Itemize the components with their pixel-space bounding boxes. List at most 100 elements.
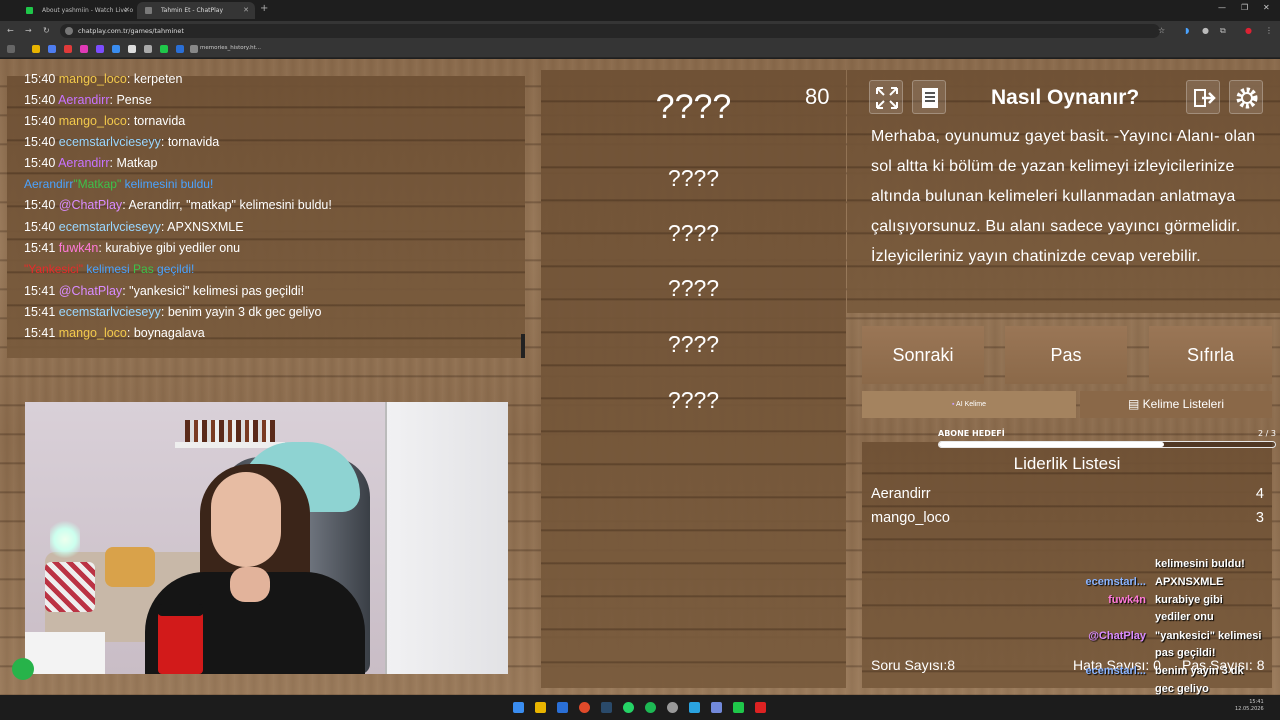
browser-tab-active[interactable]: Tahmin Et - ChatPlay ✕ <box>137 2 255 19</box>
game-description: Merhaba, oyunumuz gayet basit. -Yayıncı … <box>871 128 1256 265</box>
goal-count: 2 / 3 <box>1258 429 1276 438</box>
taskbar: 15:41 12.05.2026 <box>0 695 1280 720</box>
chat-text: : Pense <box>109 93 152 107</box>
bookmark-icon[interactable] <box>190 45 198 53</box>
chat-scrollbar[interactable] <box>521 334 525 358</box>
goal-fill <box>939 442 1165 447</box>
bookmark-icon[interactable] <box>176 45 184 53</box>
tab-title: About yashmiin - Watch Live o <box>42 7 134 14</box>
bookmark-icon[interactable] <box>160 45 168 53</box>
chrome-icon[interactable] <box>579 702 590 713</box>
back-icon[interactable]: ← <box>7 26 14 35</box>
chat-text: : "yankesici" kelimesi pas geçildi! <box>122 284 305 298</box>
fullscreen-button[interactable] <box>869 80 903 114</box>
menu-dots-icon[interactable]: ⋮ <box>1265 26 1273 35</box>
overlay-message: gec geliyo <box>1155 683 1209 695</box>
profile-avatar[interactable]: ● <box>1245 26 1252 35</box>
app-icon[interactable] <box>733 702 744 713</box>
goal-label: ABONE HEDEFİ <box>938 429 1005 438</box>
overlay-message: "yankesici" kelimesi <box>1155 630 1262 642</box>
maximize-icon[interactable]: ❐ <box>1241 3 1248 12</box>
browser-tab[interactable]: About yashmiin - Watch Live o ✕ <box>18 2 136 19</box>
spotify-icon[interactable] <box>645 702 656 713</box>
exit-icon <box>1194 89 1216 107</box>
reset-button[interactable]: Sıfırla <box>1149 326 1272 384</box>
close-tab-icon[interactable]: ✕ <box>243 6 249 14</box>
new-tab-icon[interactable]: + <box>260 3 268 14</box>
chat-username[interactable]: @ChatPlay <box>59 198 122 212</box>
chat-text: geçildi! <box>153 262 195 276</box>
chat-message: 15:41 @ChatPlay: "yankesici" kelimesi pa… <box>24 284 304 298</box>
minimize-icon[interactable]: — <box>1218 3 1226 12</box>
document-icon <box>922 88 938 108</box>
chat-username[interactable]: mango_loco <box>59 114 127 128</box>
exit-button[interactable] <box>1186 80 1220 114</box>
chat-username[interactable]: Aerandirr <box>58 93 109 107</box>
apps-icon[interactable] <box>7 45 15 53</box>
chat-text: : boynagalava <box>126 326 205 340</box>
chat-text: kelimesi <box>83 262 134 276</box>
discord-icon[interactable] <box>711 702 722 713</box>
bookmark-icon[interactable] <box>112 45 120 53</box>
next-button[interactable]: Sonraki <box>862 326 984 384</box>
chat-username[interactable]: mango_loco <box>59 72 127 86</box>
chat-message: 15:41 fuwk4n: kurabiye gibi yediler onu <box>24 241 240 255</box>
forward-icon[interactable]: → <box>25 26 32 35</box>
chat-username[interactable]: fuwk4n <box>59 241 99 255</box>
bookmark-icon[interactable] <box>144 45 152 53</box>
file-explorer-icon[interactable] <box>535 702 546 713</box>
bookmark-label[interactable]: memories_history.ht... <box>200 45 261 51</box>
chat-username[interactable]: Aerandirr <box>58 156 109 170</box>
goal-track <box>938 441 1276 448</box>
overlay-message: benim yayin 3 dk <box>1155 665 1244 677</box>
extension-icon[interactable]: ● <box>1202 26 1209 35</box>
reload-icon[interactable]: ↻ <box>43 26 50 35</box>
banned-word: ???? <box>667 165 720 191</box>
pass-button[interactable]: Pas <box>1005 326 1127 384</box>
bookmark-icon[interactable] <box>128 45 136 53</box>
settings-button[interactable] <box>1229 80 1263 114</box>
chat-username[interactable]: ecemstarlvcieseyy <box>59 220 161 234</box>
bookmark-icon[interactable] <box>96 45 104 53</box>
chat-text: : tornavida <box>160 135 220 149</box>
bookmark-icon[interactable] <box>80 45 88 53</box>
chat-username[interactable]: @ChatPlay <box>59 284 122 298</box>
obs-icon[interactable] <box>667 702 678 713</box>
site-info-icon[interactable] <box>65 27 73 35</box>
tab-word-lists[interactable]: ▤ Kelime Listeleri <box>1080 391 1272 418</box>
bookmark-icon[interactable] <box>64 45 72 53</box>
chat-time: 15:41 <box>24 241 56 255</box>
chat-time: 15:40 <box>24 93 56 107</box>
url-field[interactable]: chatplay.com.tr/games/tahminet <box>60 24 1160 38</box>
overlay-message: kelimesini buldu! <box>1155 558 1245 570</box>
bookmark-icon[interactable] <box>32 45 40 53</box>
skype-icon[interactable] <box>689 702 700 713</box>
close-tab-icon[interactable]: ✕ <box>124 6 130 14</box>
steam-icon[interactable] <box>601 702 612 713</box>
chat-username: Aerandirr <box>24 177 74 191</box>
extension-icon[interactable]: ◗ <box>1185 26 1189 35</box>
windows-start-icon[interactable] <box>513 702 524 713</box>
tab-ai-word[interactable]: ▪ AI Kelime <box>862 391 1076 418</box>
tab-label: Kelime Listeleri <box>1142 397 1225 411</box>
app-icon[interactable] <box>755 702 766 713</box>
notes-button[interactable] <box>912 80 946 114</box>
overlay-username: @ChatPlay <box>1088 630 1146 642</box>
chat-time: 15:40 <box>24 198 56 212</box>
whatsapp-icon[interactable] <box>623 702 634 713</box>
chat-text: : kurabiye gibi yediler onu <box>98 241 241 255</box>
chat-username[interactable]: mango_loco <box>59 326 127 340</box>
extensions-puzzle-icon[interactable]: ⧉ <box>1220 26 1226 36</box>
chat-username[interactable]: ecemstarlvcieseyy <box>59 305 161 319</box>
webcam-feed <box>25 402 508 674</box>
bookmark-icon[interactable] <box>48 45 56 53</box>
store-icon[interactable] <box>557 702 568 713</box>
chatplay-favicon-icon <box>145 7 152 14</box>
chat-username[interactable]: ecemstarlvcieseyy <box>59 135 161 149</box>
leaderboard-name: Aerandirr <box>871 486 931 502</box>
bookmark-star-icon[interactable]: ☆ <box>1158 26 1165 35</box>
overlay-message: APXNSXMLE <box>1155 576 1224 588</box>
clock[interactable]: 15:41 12.05.2026 <box>1235 699 1264 713</box>
tab-label: AI Kelime <box>956 401 986 408</box>
close-window-icon[interactable]: ✕ <box>1263 3 1270 12</box>
